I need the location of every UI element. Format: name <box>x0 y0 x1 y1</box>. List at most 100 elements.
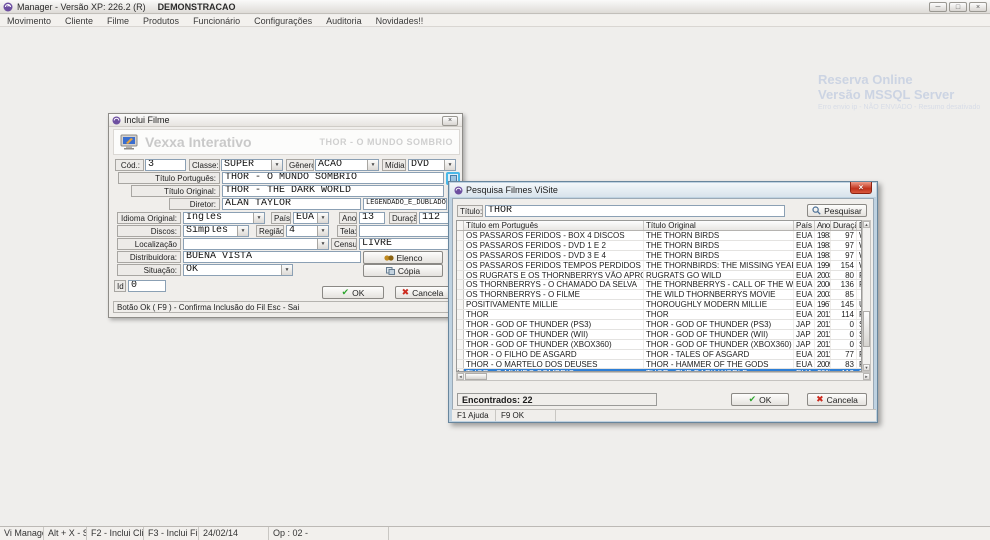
copy-icon <box>386 267 395 275</box>
localizacao-label: Localização <box>117 238 181 250</box>
table-row[interactable]: THOR THOR EUA 2011 114 P <box>457 310 861 320</box>
cancel-button[interactable]: ✖ Cancela <box>807 393 867 406</box>
menu-item[interactable]: Auditoria <box>319 15 369 27</box>
discos-select[interactable]: Simples▼ <box>183 225 249 237</box>
classe-select[interactable]: SUPER▼ <box>221 159 283 171</box>
marker-column-header <box>457 221 464 230</box>
table-row[interactable]: OS PASSAROS FERIDOS - BOX 4 DISCOS THE T… <box>457 231 861 241</box>
distribuidora-field[interactable]: BUENA VISTA <box>183 251 361 263</box>
table-row[interactable]: THOR - GOD OF THUNDER (WII) THOR - GOD O… <box>457 330 861 340</box>
table-row[interactable]: OS PASSAROS FERIDOS - DVD 3 E 4 THE THOR… <box>457 251 861 261</box>
censura-field[interactable]: LIVRE <box>359 238 454 250</box>
status-f9-ok: F9 OK <box>496 410 556 421</box>
ok-button[interactable]: ✔ OK <box>322 286 384 299</box>
diretor-field[interactable]: ALAN TAYLOR <box>222 198 361 210</box>
duracao-field[interactable]: 112 <box>419 212 449 224</box>
x-icon: ✖ <box>402 287 410 298</box>
chevron-down-icon[interactable]: ▼ <box>271 160 282 170</box>
ano-field[interactable]: 13 <box>359 212 385 224</box>
row-selector <box>457 300 464 309</box>
status-sair: Alt + X - Sair <box>44 527 87 540</box>
chevron-down-icon[interactable]: ▼ <box>444 160 455 170</box>
menu-item[interactable]: Cliente <box>58 15 100 27</box>
demo-badge: DEMONSTRACAO <box>158 2 236 12</box>
pais-select[interactable]: EUA▼ <box>293 212 329 224</box>
pesquisa-dialog: Pesquisa Filmes ViSite × Título: THOR Pe… <box>448 181 878 423</box>
elenco-button[interactable]: Elenco <box>363 251 443 264</box>
vertical-scrollbar[interactable]: ▲ ▼ <box>862 220 871 372</box>
pesquisar-button[interactable]: Pesquisar <box>807 204 867 217</box>
censura-label: Censura: <box>331 238 357 250</box>
status-app: Vi Manager <box>0 527 44 540</box>
brand-name: Vexxa Interativo <box>145 134 252 150</box>
midia-label: Mídia: <box>382 159 406 171</box>
cod-field[interactable]: 3 <box>145 159 186 171</box>
scroll-right-icon[interactable]: ► <box>863 373 870 380</box>
table-row[interactable]: THOR - GOD OF THUNDER (PS3) THOR - GOD O… <box>457 320 861 330</box>
status-date: 24/02/14 <box>199 527 269 540</box>
table-row[interactable]: THOR - O FILHO DE ASGARD THOR - TALES OF… <box>457 350 861 360</box>
menu-item[interactable]: Movimento <box>0 15 58 27</box>
id-field[interactable]: 0 <box>128 280 166 292</box>
table-row[interactable]: THOR - O MARTELO DOS DEUSES THOR - HAMME… <box>457 360 861 370</box>
audio-field[interactable]: LEGENDADO_E_DUBLADO <box>363 198 447 210</box>
menu-item[interactable]: Produtos <box>136 15 186 27</box>
menu-item[interactable]: Configurações <box>247 15 319 27</box>
table-row[interactable]: POSITIVAMENTE MILLIE THOROUGHLY MODERN M… <box>457 300 861 310</box>
table-row[interactable]: THOR - GOD OF THUNDER (XBOX360) THOR - G… <box>457 340 861 350</box>
ok-button[interactable]: ✔ OK <box>731 393 789 406</box>
hscroll-thumb[interactable] <box>465 373 487 380</box>
vscroll-thumb[interactable] <box>863 311 870 347</box>
copia-button[interactable]: Cópia <box>363 264 443 277</box>
scroll-left-icon[interactable]: ◄ <box>457 373 464 380</box>
horizontal-scrollbar[interactable]: ◄ ► <box>456 372 871 381</box>
table-row[interactable]: OS THORNBERRYS - O CHAMADO DA SELVA THE … <box>457 280 861 290</box>
regiao-select[interactable]: 4▼ <box>286 225 329 237</box>
tela-field[interactable] <box>359 225 454 237</box>
maximize-icon[interactable]: □ <box>949 2 967 12</box>
menu-item[interactable]: Funcionário <box>186 15 247 27</box>
minimize-icon[interactable]: ─ <box>929 2 947 12</box>
midia-select[interactable]: DVD▼ <box>408 159 456 171</box>
table-row[interactable]: OS PASSAROS FERIDOS - DVD 1 E 2 THE THOR… <box>457 241 861 251</box>
results-table: Título em Português Título Original País… <box>456 220 871 381</box>
check-icon: ✔ <box>749 394 757 405</box>
distribuidora-label: Distribuidora: <box>117 251 181 263</box>
menu-item[interactable]: Novidades!! <box>369 15 431 27</box>
check-icon: ✔ <box>342 287 350 298</box>
table-row[interactable]: OS RUGRATS E OS THORNBERRYS VÃO APRONTAR… <box>457 271 861 281</box>
situacao-select[interactable]: OK▼ <box>183 264 293 276</box>
col-duracao[interactable]: Duraçã <box>831 221 857 230</box>
genero-label: Gênero: <box>286 159 314 171</box>
watermark: Reserva Online Versão MSSQL Server Erro … <box>818 72 980 111</box>
table-row[interactable]: OS PASSAROS FERIDOS TEMPOS PERDIDOS THE … <box>457 261 861 271</box>
table-row[interactable]: OS THORNBERRYS - O FILME THE WILD THORNB… <box>457 290 861 300</box>
close-icon[interactable]: × <box>969 2 987 12</box>
scroll-down-icon[interactable]: ▼ <box>863 364 870 371</box>
titulo-portugues-field[interactable]: THOR - O MUNDO SOMBRIO <box>222 172 444 184</box>
chevron-down-icon[interactable]: ▼ <box>317 213 328 223</box>
titulo-portugues-label: Título Português: <box>118 172 220 184</box>
titulo-original-field[interactable]: THOR - THE DARK WORLD <box>222 185 444 197</box>
chevron-down-icon[interactable]: ▼ <box>281 265 292 275</box>
scroll-up-icon[interactable]: ▲ <box>863 221 870 228</box>
localizacao-select[interactable]: ▼ <box>183 238 329 250</box>
ano-label: Ano: <box>339 212 357 224</box>
chevron-down-icon[interactable]: ▼ <box>317 226 328 236</box>
idioma-select[interactable]: Inglês▼ <box>183 212 265 224</box>
titulo-search-input[interactable]: THOR <box>485 205 785 217</box>
col-ano[interactable]: Ano <box>815 221 831 230</box>
brand-current-title: THOR - O MUNDO SOMBRIO <box>320 137 454 147</box>
col-titulo-portugues[interactable]: Título em Português <box>464 221 644 230</box>
col-pais[interactable]: País <box>794 221 815 230</box>
chevron-down-icon[interactable]: ▼ <box>317 239 328 249</box>
genero-select[interactable]: ACAO▼ <box>315 159 379 171</box>
cancel-button[interactable]: ✖ Cancela <box>395 286 450 299</box>
col-titulo-original[interactable]: Título Original <box>644 221 794 230</box>
chevron-down-icon[interactable]: ▼ <box>367 160 378 170</box>
close-icon[interactable]: × <box>442 116 458 126</box>
chevron-down-icon[interactable]: ▼ <box>253 213 264 223</box>
menu-item[interactable]: Filme <box>100 15 136 27</box>
chevron-down-icon[interactable]: ▼ <box>237 226 248 236</box>
row-selector <box>457 290 464 299</box>
